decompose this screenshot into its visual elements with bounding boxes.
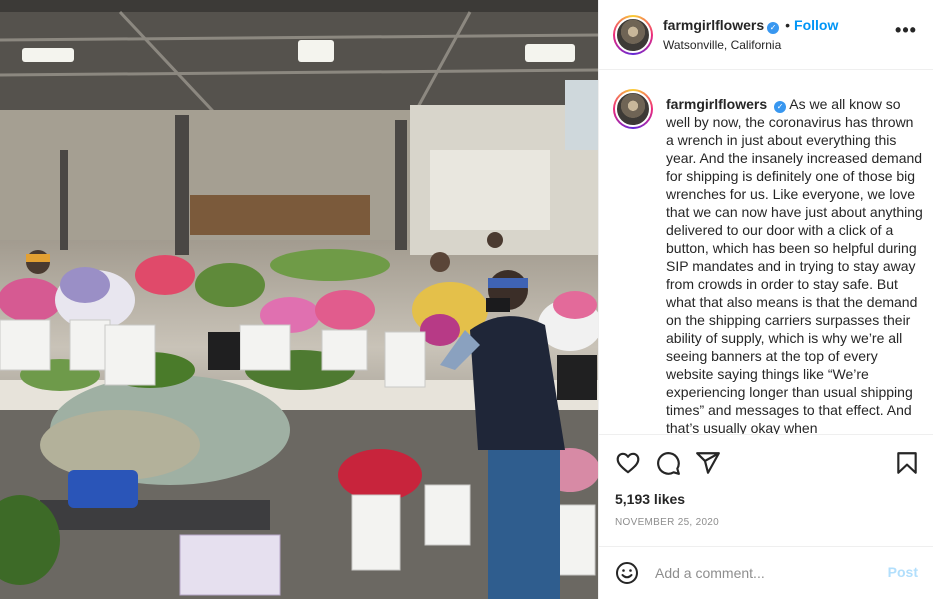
- paper-plane-icon[interactable]: [695, 450, 721, 476]
- caption-text: farmgirlflowers ✓ As we all know so well …: [666, 95, 924, 435]
- follow-button[interactable]: Follow: [794, 17, 838, 33]
- warehouse-flowers-image: [0, 0, 598, 599]
- post-date[interactable]: NOVEMBER 25, 2020: [615, 517, 719, 528]
- heart-icon[interactable]: [615, 450, 641, 476]
- post-comment-button[interactable]: Post: [888, 564, 918, 580]
- avatar[interactable]: [613, 15, 653, 55]
- post-header-user-line: farmgirlflowers ✓ • Follow: [663, 17, 838, 34]
- caption-body: As we all know so well by now, the coron…: [666, 96, 923, 435]
- separator-dot: •: [785, 17, 791, 33]
- more-options-icon[interactable]: •••: [894, 21, 918, 44]
- post-detail-panel: farmgirlflowers ✓ • Follow Watsonville, Cal…: [598, 0, 933, 599]
- verified-badge-icon: ✓: [767, 22, 780, 34]
- username-link[interactable]: farmgirlflowers: [663, 17, 764, 33]
- emoji-smiley-icon[interactable]: [615, 561, 639, 585]
- likes-count[interactable]: 5,193 likes: [615, 491, 685, 507]
- caption-avatar[interactable]: [613, 89, 653, 129]
- caption-username-link[interactable]: farmgirlflowers: [666, 96, 767, 112]
- location-link[interactable]: Watsonville, California: [663, 38, 781, 52]
- comment-input[interactable]: [655, 563, 875, 583]
- post-photo[interactable]: [0, 0, 598, 599]
- caption-verified-badge-icon: ✓: [774, 101, 787, 113]
- bookmark-icon[interactable]: [894, 450, 920, 476]
- action-bar: [615, 450, 920, 476]
- caption-section[interactable]: farmgirlflowers ✓ As we all know so well …: [599, 70, 933, 435]
- comment-form: Post: [599, 546, 933, 599]
- post-header: farmgirlflowers ✓ • Follow Watsonville, Cal…: [599, 0, 933, 70]
- comment-bubble-icon[interactable]: [655, 450, 681, 476]
